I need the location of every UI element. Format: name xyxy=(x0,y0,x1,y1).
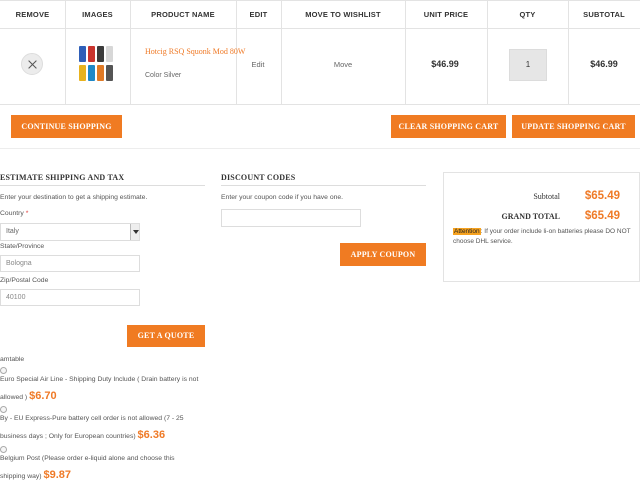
column-divider xyxy=(65,1,66,105)
column-divider xyxy=(281,1,282,105)
column-divider xyxy=(405,1,406,105)
country-label: Country * xyxy=(0,210,28,217)
shipping-method-option[interactable]: By - EU Express-Pure battery cell order … xyxy=(0,410,210,445)
shipping-section-title: ESTIMATE SHIPPING AND TAX xyxy=(0,173,125,182)
section-divider xyxy=(0,148,640,149)
shipping-intro: Enter your destination to get a shipping… xyxy=(0,194,148,201)
remove-item-button[interactable] xyxy=(21,53,43,75)
header-qty: QTY xyxy=(519,10,536,19)
header-product-name: PRODUCT NAME xyxy=(151,10,215,19)
grand-total-value: $65.49 xyxy=(584,210,620,222)
coupon-input[interactable] xyxy=(221,209,361,227)
header-divider xyxy=(0,28,640,29)
cart-table: REMOVE IMAGES PRODUCT NAME EDIT MOVE TO … xyxy=(0,0,640,105)
edit-link[interactable]: Edit xyxy=(237,60,279,69)
attention-note: Attention: If your order include li-on b… xyxy=(453,227,635,247)
shipping-method-group: amtable xyxy=(0,356,25,363)
row-subtotal: $46.99 xyxy=(590,59,618,69)
move-to-wishlist-link[interactable]: Move xyxy=(282,60,404,69)
column-divider xyxy=(487,1,488,105)
method-price: $9.87 xyxy=(43,469,71,481)
state-field[interactable]: Bologna xyxy=(0,255,140,272)
get-quote-button[interactable]: GET A QUOTE xyxy=(127,325,205,347)
title-underline xyxy=(0,185,205,186)
product-name-link[interactable]: Hotcig RSQ Squonk Mod 80W xyxy=(145,47,250,57)
shipping-method-option[interactable]: Belgium Post (Please order e-liquid alon… xyxy=(0,450,210,485)
header-images: IMAGES xyxy=(82,10,113,19)
chevron-down-icon[interactable] xyxy=(130,224,139,240)
method-line: Euro Special Air Line - Shipping Duty In… xyxy=(0,376,199,383)
unit-price: $46.99 xyxy=(431,59,459,69)
update-cart-button[interactable]: UPDATE SHOPPING CART xyxy=(512,115,635,138)
state-label: State/Province xyxy=(0,243,45,250)
discount-intro: Enter your coupon code if you have one. xyxy=(221,194,344,201)
method-line-2: allowed ) xyxy=(0,394,28,401)
method-line-2: business days ; Only for European countr… xyxy=(0,433,136,440)
method-line: Belgium Post (Please order e-liquid alon… xyxy=(0,455,175,462)
header-move-to-wishlist: MOVE TO WISHLIST xyxy=(305,10,381,19)
product-image-variant xyxy=(79,65,86,81)
continue-shopping-button[interactable]: CONTINUE SHOPPING xyxy=(11,115,122,138)
subtotal-label: Subtotal xyxy=(533,192,560,201)
method-line: business days ; Only for European countr… xyxy=(0,427,210,445)
subtotal-value: $65.49 xyxy=(584,190,620,202)
header-unit-price: UNIT PRICE xyxy=(423,10,469,19)
product-image-variant xyxy=(106,46,113,62)
product-image-variant xyxy=(106,65,113,81)
zip-label: Zip/Postal Code xyxy=(0,277,49,284)
method-line-2: shipping way) xyxy=(0,473,42,480)
product-image-variant xyxy=(88,65,95,81)
header-remove: REMOVE xyxy=(15,10,50,19)
header-subtotal: SUBTOTAL xyxy=(583,10,625,19)
discount-section-title: DISCOUNT CODES xyxy=(221,173,296,182)
product-image[interactable] xyxy=(77,44,117,86)
product-option: Color Silver xyxy=(145,72,182,79)
apply-coupon-button[interactable]: APPLY COUPON xyxy=(340,243,426,266)
country-select[interactable]: Italy xyxy=(0,223,140,241)
header-edit: EDIT xyxy=(249,10,268,19)
column-divider xyxy=(130,1,131,105)
method-price: $6.70 xyxy=(29,390,57,402)
product-image-variant xyxy=(79,46,86,62)
method-line: By - EU Express-Pure battery cell order … xyxy=(0,415,184,422)
country-label-text: Country xyxy=(0,210,24,217)
column-divider xyxy=(568,1,569,105)
zip-field[interactable]: 40100 xyxy=(0,289,140,306)
quantity-input[interactable]: 1 xyxy=(509,49,547,81)
product-image-variant xyxy=(88,46,95,62)
title-underline xyxy=(221,185,426,186)
product-image-variant xyxy=(97,46,104,62)
method-price: $6.36 xyxy=(137,429,166,441)
method-line: shipping way) $9.87 xyxy=(0,467,210,485)
product-image-variant xyxy=(97,65,104,81)
method-line: allowed ) $6.70 xyxy=(0,388,210,406)
grand-total-label: GRAND TOTAL xyxy=(501,212,560,221)
attention-badge: Attention xyxy=(453,228,481,235)
required-mark: * xyxy=(25,210,29,217)
clear-cart-button[interactable]: CLEAR SHOPPING CART xyxy=(391,115,506,138)
shipping-method-option[interactable]: Euro Special Air Line - Shipping Duty In… xyxy=(0,371,210,406)
